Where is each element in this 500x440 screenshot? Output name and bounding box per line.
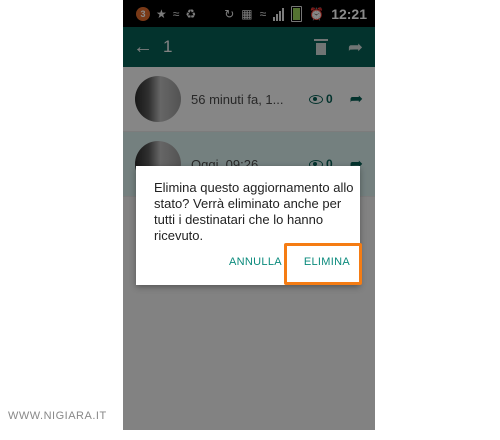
- watermark: WWW.NIGIARA.IT: [8, 410, 107, 422]
- dialog-message: Elimina questo aggiornamento allo stato?…: [154, 180, 354, 243]
- phone-screen: 3 ★ ≈ ♻ ↻ ▦ ≈ ⏰ 12:21 ← 1 ➦ 56 minuti fa…: [123, 0, 375, 430]
- cancel-button[interactable]: ANNULLA: [229, 256, 282, 268]
- highlight-box: [284, 243, 362, 285]
